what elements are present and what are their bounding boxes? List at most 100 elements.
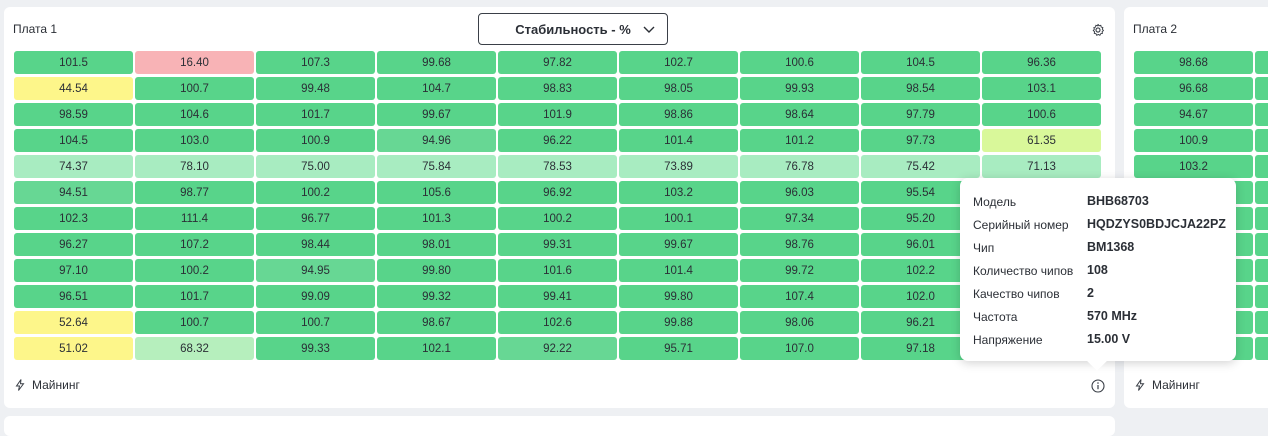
chip-cell[interactable]: 75.00: [256, 155, 375, 178]
chip-cell[interactable]: 102.7: [619, 51, 738, 74]
chip-cell-partial[interactable]: [1255, 77, 1268, 100]
chip-cell[interactable]: 105.6: [377, 181, 496, 204]
chip-cell[interactable]: 98.54: [861, 77, 980, 100]
chip-cell-partial[interactable]: [1255, 337, 1268, 360]
chip-cell[interactable]: 100.9: [256, 129, 375, 152]
chip-cell[interactable]: 95.71: [619, 337, 738, 360]
chip-cell[interactable]: 76.78: [740, 155, 859, 178]
chip-cell-partial[interactable]: [1255, 155, 1268, 178]
chip-cell[interactable]: 99.80: [377, 259, 496, 282]
chip-cell[interactable]: 102.6: [498, 311, 617, 334]
info-icon[interactable]: [1091, 379, 1105, 393]
chip-cell[interactable]: 100.6: [740, 51, 859, 74]
chip-cell[interactable]: 100.7: [256, 311, 375, 334]
chip-cell[interactable]: 104.5: [14, 129, 133, 152]
chip-cell[interactable]: 52.64: [14, 311, 133, 334]
chip-cell[interactable]: 101.4: [619, 259, 738, 282]
chip-cell[interactable]: 44.54: [14, 77, 133, 100]
chip-cell[interactable]: 98.68: [1134, 51, 1253, 74]
chip-cell[interactable]: 98.64: [740, 103, 859, 126]
chip-cell[interactable]: 73.89: [619, 155, 738, 178]
chip-cell[interactable]: 103.1: [982, 77, 1101, 100]
chip-cell[interactable]: 71.13: [982, 155, 1101, 178]
chip-cell[interactable]: 101.9: [498, 103, 617, 126]
chip-cell[interactable]: 101.5: [14, 51, 133, 74]
chip-cell[interactable]: 98.44: [256, 233, 375, 256]
chip-cell[interactable]: 96.92: [498, 181, 617, 204]
chip-cell[interactable]: 103.2: [619, 181, 738, 204]
gear-icon[interactable]: [1091, 23, 1105, 37]
chip-cell[interactable]: 104.7: [377, 77, 496, 100]
chip-cell[interactable]: 98.86: [619, 103, 738, 126]
chip-cell[interactable]: 99.67: [619, 233, 738, 256]
chip-cell[interactable]: 100.2: [256, 181, 375, 204]
chip-cell-partial[interactable]: [1255, 103, 1268, 126]
chip-cell-partial[interactable]: [1255, 311, 1268, 334]
chip-cell[interactable]: 98.67: [377, 311, 496, 334]
chip-cell[interactable]: 103.2: [1134, 155, 1253, 178]
chip-cell-partial[interactable]: [1255, 51, 1268, 74]
chip-cell[interactable]: 100.1: [619, 207, 738, 230]
chip-cell[interactable]: 98.83: [498, 77, 617, 100]
chip-cell[interactable]: 99.32: [377, 285, 496, 308]
chip-cell[interactable]: 101.6: [498, 259, 617, 282]
chip-cell[interactable]: 100.6: [982, 103, 1101, 126]
chip-cell[interactable]: 98.59: [14, 103, 133, 126]
chip-cell[interactable]: 75.84: [377, 155, 496, 178]
chip-cell[interactable]: 97.82: [498, 51, 617, 74]
chip-cell[interactable]: 92.22: [498, 337, 617, 360]
chip-cell[interactable]: 99.09: [256, 285, 375, 308]
chip-cell[interactable]: 101.7: [256, 103, 375, 126]
chip-cell[interactable]: 98.01: [377, 233, 496, 256]
chip-cell[interactable]: 16.40: [135, 51, 254, 74]
chip-cell[interactable]: 111.4: [135, 207, 254, 230]
chip-cell[interactable]: 96.22: [498, 129, 617, 152]
chip-cell[interactable]: 99.67: [377, 103, 496, 126]
chip-cell[interactable]: 99.88: [619, 311, 738, 334]
chip-cell-partial[interactable]: [1255, 129, 1268, 152]
chip-cell-partial[interactable]: [1255, 181, 1268, 204]
chip-cell[interactable]: 96.27: [14, 233, 133, 256]
chip-cell[interactable]: 101.3: [377, 207, 496, 230]
chip-cell[interactable]: 75.42: [861, 155, 980, 178]
chip-cell[interactable]: 100.2: [498, 207, 617, 230]
chip-cell[interactable]: 99.48: [256, 77, 375, 100]
chip-cell[interactable]: 97.73: [861, 129, 980, 152]
chip-cell[interactable]: 107.2: [135, 233, 254, 256]
chip-cell[interactable]: 98.06: [740, 311, 859, 334]
chip-cell[interactable]: 78.53: [498, 155, 617, 178]
chip-cell[interactable]: 96.36: [982, 51, 1101, 74]
chip-cell[interactable]: 102.3: [14, 207, 133, 230]
chip-cell-partial[interactable]: [1255, 285, 1268, 308]
chip-cell[interactable]: 94.51: [14, 181, 133, 204]
chip-cell[interactable]: 96.51: [14, 285, 133, 308]
chip-cell[interactable]: 103.0: [135, 129, 254, 152]
chip-cell[interactable]: 97.10: [14, 259, 133, 282]
chip-cell[interactable]: 100.7: [135, 311, 254, 334]
metric-select[interactable]: Стабильность - %: [478, 13, 668, 45]
chip-cell[interactable]: 99.41: [498, 285, 617, 308]
chip-cell[interactable]: 99.33: [256, 337, 375, 360]
chip-cell[interactable]: 100.9: [1134, 129, 1253, 152]
chip-cell[interactable]: 99.31: [498, 233, 617, 256]
chip-cell-partial[interactable]: [1255, 207, 1268, 230]
chip-cell[interactable]: 100.2: [135, 259, 254, 282]
chip-cell[interactable]: 101.7: [135, 285, 254, 308]
chip-cell[interactable]: 101.2: [740, 129, 859, 152]
chip-cell[interactable]: 98.05: [619, 77, 738, 100]
chip-cell[interactable]: 94.95: [256, 259, 375, 282]
chip-cell[interactable]: 104.6: [135, 103, 254, 126]
chip-cell[interactable]: 96.77: [256, 207, 375, 230]
chip-cell[interactable]: 61.35: [982, 129, 1101, 152]
chip-cell[interactable]: 99.68: [377, 51, 496, 74]
chip-cell[interactable]: 74.37: [14, 155, 133, 178]
chip-cell[interactable]: 100.7: [135, 77, 254, 100]
chip-cell[interactable]: 68.32: [135, 337, 254, 360]
chip-cell[interactable]: 107.0: [740, 337, 859, 360]
chip-cell-partial[interactable]: [1255, 233, 1268, 256]
chip-cell[interactable]: 96.03: [740, 181, 859, 204]
chip-cell[interactable]: 98.77: [135, 181, 254, 204]
chip-cell[interactable]: 107.3: [256, 51, 375, 74]
chip-cell[interactable]: 94.96: [377, 129, 496, 152]
chip-cell[interactable]: 107.4: [740, 285, 859, 308]
